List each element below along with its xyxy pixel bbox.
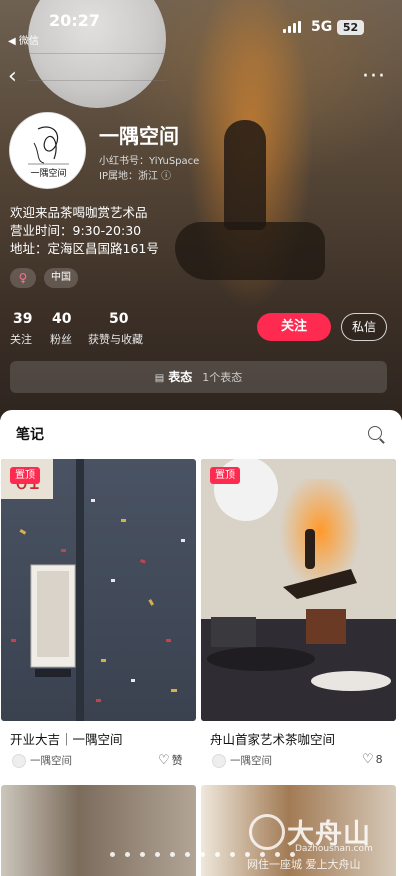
statue-base-image	[175, 222, 325, 280]
note-cover-image[interactable]: 置顶	[201, 459, 396, 721]
bio-line: 营业时间：9:30-20:30	[10, 223, 142, 238]
region-tag: 中国	[44, 268, 78, 288]
profile-bio: 欢迎来品茶喝咖赏艺术品 营业时间：9:30-20:30 地址：定海区昌国路161…	[10, 204, 159, 258]
watermark: 大舟山 Dazhoushan.com 网住一座城 爱上大舟山	[247, 812, 397, 872]
note-like[interactable]: ♡ 赞	[158, 752, 183, 768]
note-title[interactable]: 舟山首家艺术茶咖空间	[210, 729, 335, 748]
profile-header: 20:27 ◀ 微信 5G 52 ‹ ··· 一隅空间 一隅空间 小红书号：Yi…	[0, 0, 402, 420]
redbook-id: 小红书号：YiYuSpace	[99, 156, 200, 167]
followers-label[interactable]: 粉丝	[50, 331, 72, 347]
profile-name: 一隅空间	[99, 124, 179, 148]
like-count: 8	[375, 753, 383, 766]
note-title[interactable]: 开业大吉｜一隅空间	[10, 729, 123, 748]
like-count: 赞	[171, 754, 183, 767]
status-bar: 20:27 ◀ 微信 5G 52	[0, 0, 402, 47]
battery-icon: 52	[337, 20, 364, 35]
watermark-slogan: 网住一座城 爱上大舟山	[247, 858, 361, 871]
note-like[interactable]: ♡ 8	[362, 752, 383, 767]
bio-line: 欢迎来品茶喝咖赏艺术品	[10, 205, 148, 220]
reactions-label: 表态	[168, 370, 193, 384]
back-to-wechat-link[interactable]: ◀ 微信	[8, 32, 39, 47]
likes-count[interactable]: 50	[109, 311, 128, 327]
search-icon[interactable]	[368, 426, 382, 440]
message-button[interactable]: 私信	[341, 313, 387, 341]
female-icon: ♀	[10, 268, 36, 288]
notes-tab[interactable]: 笔记	[16, 424, 44, 444]
notes-panel: 笔记 61 置顶	[0, 410, 402, 876]
network-type: 5G	[311, 19, 333, 35]
reactions-bar[interactable]: ▤ 表态 1个表态	[10, 361, 387, 393]
following-count[interactable]: 39	[13, 311, 32, 327]
likes-label[interactable]: 获赞与收藏	[88, 331, 143, 347]
follow-button[interactable]: 关注	[257, 313, 331, 341]
avatar[interactable]: 一隅空间	[9, 112, 86, 189]
reactions-count: 1个表态	[202, 371, 243, 384]
confetti-wall-image: 61	[1, 459, 185, 721]
heart-icon: ♡	[362, 752, 374, 767]
pinned-badge: 置顶	[10, 467, 40, 484]
followers-count[interactable]: 40	[52, 311, 71, 327]
pinned-badge: 置顶	[210, 467, 240, 484]
heart-icon: ♡	[158, 753, 170, 768]
chat-icon: ▤	[154, 373, 165, 384]
watermark-logo-icon	[249, 814, 285, 850]
author-name: 一隅空间	[230, 755, 272, 767]
bio-line: 地址：定海区昌国路161号	[10, 241, 159, 256]
note-cover-image[interactable]: 61 置顶	[1, 459, 196, 721]
note-cover-image[interactable]	[1, 785, 196, 876]
author-avatar	[12, 754, 26, 768]
statue-image	[224, 120, 266, 230]
tea-room-image	[201, 459, 396, 721]
back-button[interactable]: ‹	[8, 64, 30, 90]
ip-location[interactable]: IP属地：浙江 ⓘ	[99, 167, 171, 182]
author-avatar	[212, 754, 226, 768]
more-options-button[interactable]: ···	[362, 64, 386, 90]
signal-icon	[283, 21, 301, 33]
following-label[interactable]: 关注	[10, 331, 32, 347]
watermark-url: Dazhoushan.com	[295, 844, 373, 854]
note-author[interactable]: 一隅空间	[212, 753, 272, 768]
author-name: 一隅空间	[30, 755, 72, 767]
avatar-label: 一隅空间	[30, 169, 67, 179]
status-time: 20:27	[49, 11, 100, 30]
note-author[interactable]: 一隅空间	[12, 753, 72, 768]
